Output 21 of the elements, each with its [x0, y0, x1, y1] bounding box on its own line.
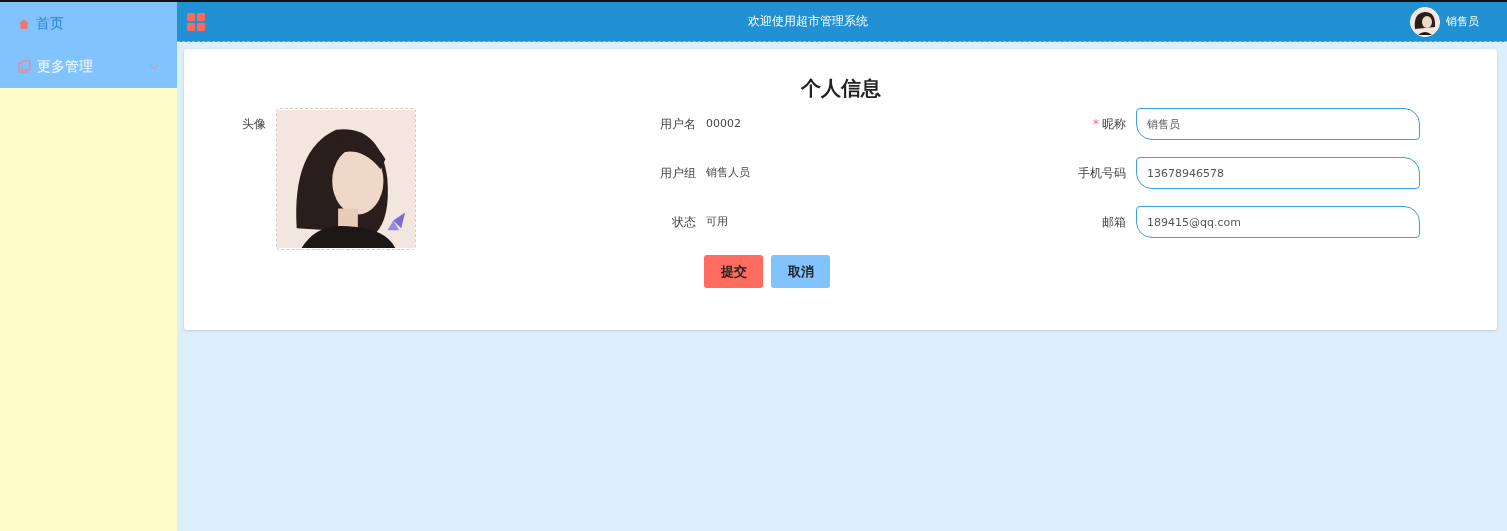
input-field[interactable]: 189415@qq.com — [1136, 206, 1420, 238]
cancel-button[interactable]: 取消 — [771, 255, 830, 288]
home-icon — [18, 17, 30, 30]
field-value: 可用 — [706, 214, 728, 230]
field-label: 状态 — [671, 214, 696, 231]
field-label: 用户名 — [659, 116, 696, 133]
field-label: 手机号码 — [1077, 165, 1126, 182]
field-label: 邮箱 — [1101, 214, 1126, 231]
avatar-icon[interactable] — [1410, 6, 1440, 37]
page-title: 个人信息 — [800, 75, 881, 102]
input-field[interactable]: 销售员 — [1136, 108, 1420, 140]
user-name: 销售员 — [1446, 14, 1479, 29]
header-title: 欢迎使用超市管理系统 — [746, 13, 869, 30]
field-label: 用户组 — [659, 165, 696, 182]
field-value: 00002 — [706, 116, 741, 132]
copy-icon — [18, 60, 31, 73]
field-value: 销售人员 — [706, 165, 750, 181]
field-label: * 昵称 — [1092, 116, 1126, 133]
field-label: 头像 — [241, 116, 266, 133]
submit-button[interactable]: 提交 — [704, 255, 763, 288]
input-field[interactable]: 13678946578 — [1136, 157, 1420, 189]
